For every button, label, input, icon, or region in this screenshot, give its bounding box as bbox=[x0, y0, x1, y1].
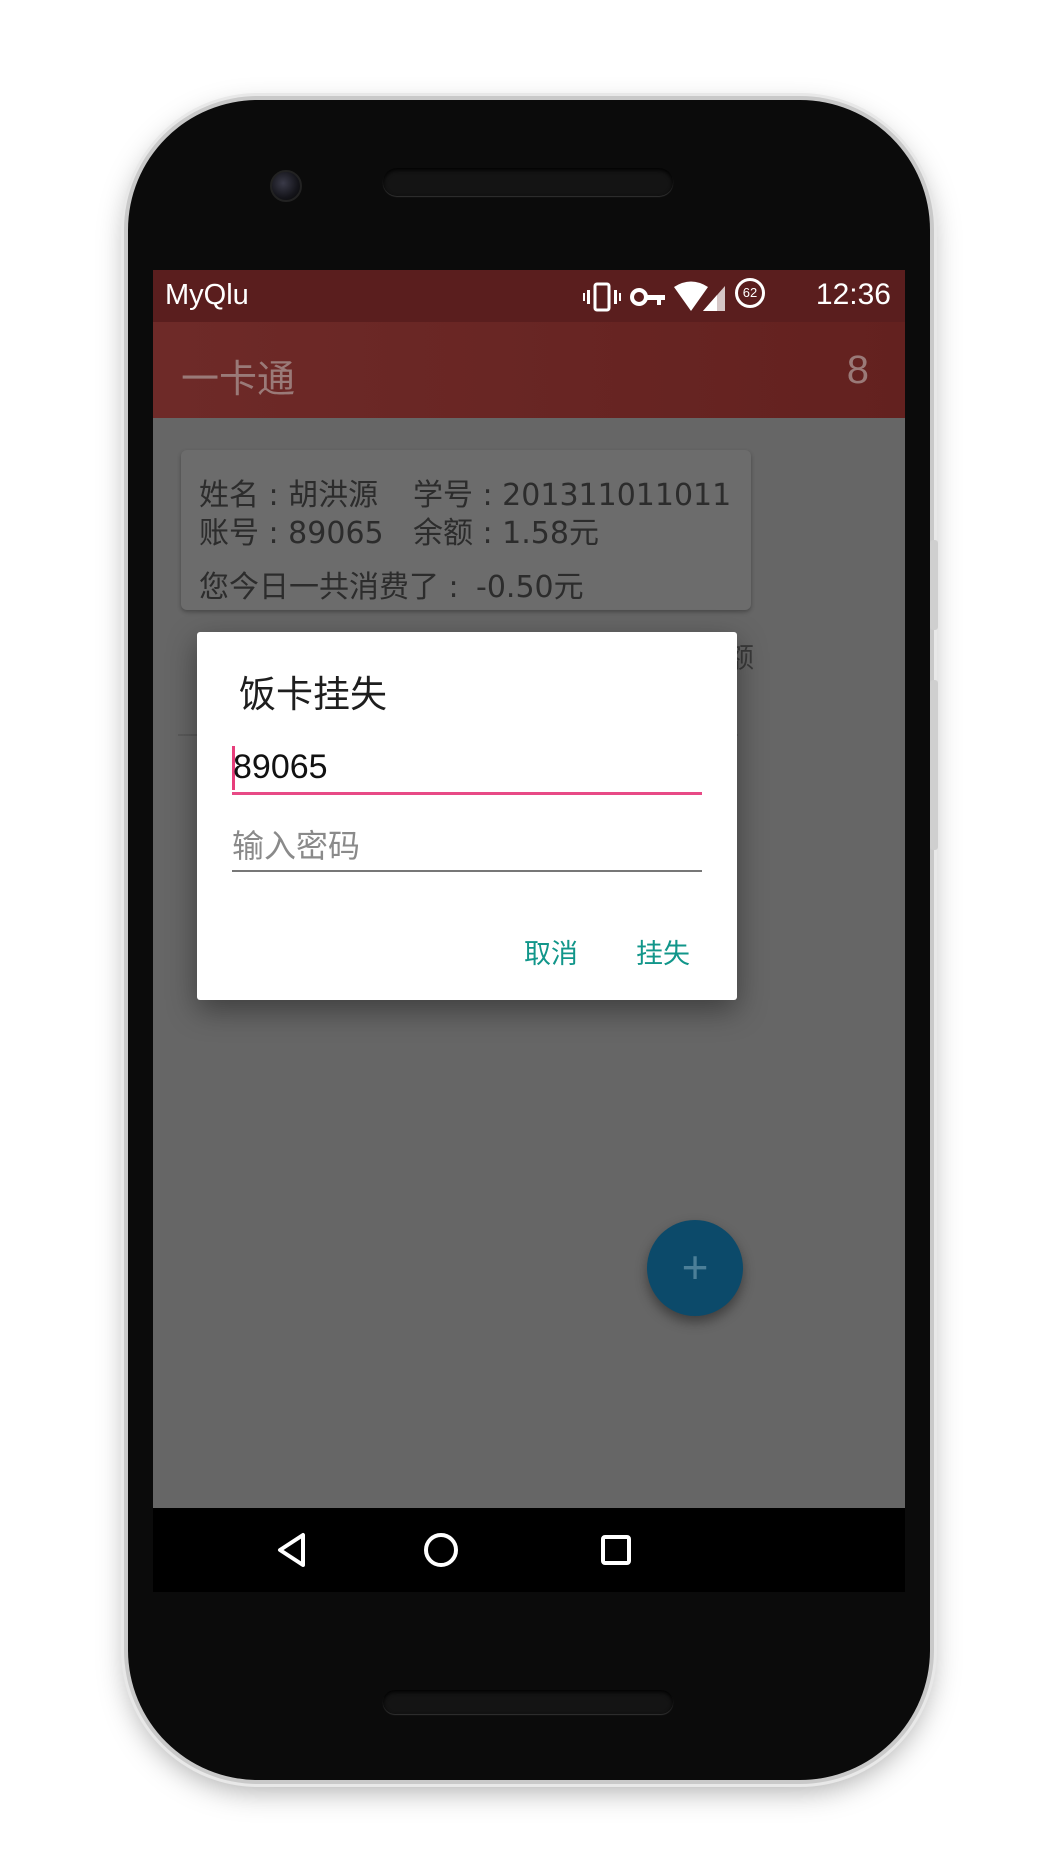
plus-icon: + bbox=[681, 1241, 709, 1293]
spent-today-value: -0.50元 bbox=[476, 570, 584, 605]
add-fab-button[interactable]: + bbox=[647, 1220, 743, 1316]
spent-today-label: 您今日一共消费了 : bbox=[199, 570, 459, 605]
front-camera bbox=[270, 170, 302, 202]
wifi-icon bbox=[674, 281, 708, 311]
vibrate-icon bbox=[583, 282, 621, 312]
earpiece-speaker bbox=[383, 168, 673, 196]
status-bar: MyQlu 62 12:36 bbox=[153, 270, 905, 322]
dialog-title: 饭卡挂失 bbox=[239, 673, 387, 716]
navigation-bar bbox=[153, 1508, 905, 1592]
account-field-underline bbox=[232, 792, 702, 795]
bottom-speaker bbox=[383, 1690, 673, 1714]
card-info: 姓名 : 胡洪源 学号 : 201311011011 账号 : 89065 余额… bbox=[181, 450, 751, 610]
power-button bbox=[930, 540, 938, 630]
cancel-button[interactable]: 取消 bbox=[524, 932, 578, 971]
signal-icon bbox=[703, 286, 725, 311]
report-loss-button[interactable]: 挂失 bbox=[636, 932, 690, 971]
password-field-underline bbox=[232, 870, 702, 872]
battery-icon: 62 bbox=[735, 278, 765, 308]
screen: MyQlu 62 12:36 一卡通 8 姓名: 胡洪源 学号: 20131… bbox=[153, 270, 905, 1508]
account-field[interactable]: 89065 bbox=[232, 742, 702, 795]
report-loss-dialog: 饭卡挂失 89065 取消 挂失 bbox=[197, 632, 737, 1000]
nav-buttons bbox=[278, 1533, 631, 1567]
key-icon bbox=[630, 288, 665, 306]
recents-icon[interactable] bbox=[601, 1535, 631, 1565]
volume-button bbox=[930, 680, 938, 850]
page-title: 一卡通 bbox=[181, 357, 296, 401]
app-bar: 一卡通 8 bbox=[153, 322, 905, 418]
home-icon[interactable] bbox=[424, 1533, 458, 1567]
status-time: 12:36 bbox=[815, 278, 891, 311]
password-field-container bbox=[232, 822, 702, 874]
back-icon[interactable] bbox=[278, 1533, 305, 1567]
balance-label: 余额 : 1.58元 bbox=[413, 516, 599, 551]
app-bar-count[interactable]: 8 bbox=[847, 348, 869, 393]
phone-frame: MyQlu 62 12:36 一卡通 8 姓名: 胡洪源 学号: 20131… bbox=[128, 100, 938, 1780]
password-field[interactable] bbox=[232, 822, 702, 870]
account-label: 账号 : 89065 bbox=[199, 516, 384, 551]
status-app-name: MyQlu bbox=[165, 279, 249, 311]
account-field-value: 89065 bbox=[233, 748, 328, 786]
